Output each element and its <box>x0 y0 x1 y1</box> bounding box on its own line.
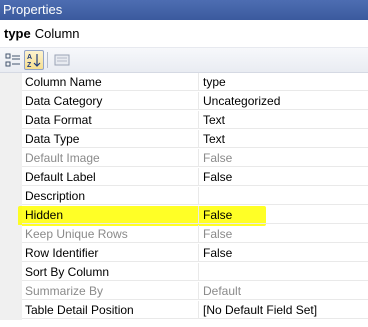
property-name: Sort By Column <box>22 263 199 281</box>
object-selector[interactable]: type Column <box>0 20 368 48</box>
svg-text:A: A <box>27 54 32 61</box>
row-gutter <box>0 168 22 187</box>
alphabetical-sort-icon: A Z <box>27 54 41 69</box>
property-name: Description <box>22 187 199 205</box>
categorized-button[interactable] <box>3 50 23 70</box>
row-gutter <box>0 111 22 130</box>
property-value[interactable]: False <box>199 244 368 262</box>
property-value[interactable]: False <box>199 149 368 167</box>
property-row[interactable]: Description <box>0 187 368 206</box>
row-gutter <box>0 244 22 263</box>
window-title: Properties <box>3 2 63 17</box>
property-value[interactable]: False <box>199 225 368 243</box>
row-gutter <box>0 130 22 149</box>
property-grid: Column Name type Data Category Uncategorize… <box>0 73 368 327</box>
property-value[interactable]: False <box>199 206 368 224</box>
property-name: Table Detail Position <box>22 301 199 319</box>
row-gutter <box>0 225 22 244</box>
row-gutter <box>0 301 22 320</box>
row-gutter <box>0 92 22 111</box>
property-row[interactable]: Default Label False <box>0 168 368 187</box>
property-value[interactable] <box>199 263 368 281</box>
properties-title-bar: Properties <box>0 0 368 20</box>
property-name: Column Name <box>22 73 199 91</box>
property-name: Hidden <box>22 206 199 224</box>
row-gutter <box>0 187 22 206</box>
toolbar-separator <box>47 52 48 68</box>
property-row[interactable]: Column Name type <box>0 73 368 92</box>
property-row[interactable]: Default Image False <box>0 149 368 168</box>
property-value[interactable]: Text <box>199 130 368 148</box>
row-gutter <box>0 73 22 92</box>
categorized-icon <box>5 53 20 67</box>
property-row[interactable]: Data Type Text <box>0 130 368 149</box>
property-name: Data Category <box>22 92 199 110</box>
property-name: Data Type <box>22 130 199 148</box>
property-name: Keep Unique Rows <box>22 225 199 243</box>
property-value[interactable]: False <box>199 168 368 186</box>
property-value[interactable]: type <box>199 73 368 91</box>
row-gutter <box>0 282 22 301</box>
properties-toolbar: A Z <box>0 48 368 73</box>
property-name: Summarize By <box>22 282 199 300</box>
property-value[interactable]: Uncategorized <box>199 92 368 110</box>
property-value[interactable] <box>199 187 368 205</box>
property-name: Data Format <box>22 111 199 129</box>
property-row[interactable]: Keep Unique Rows False <box>0 225 368 244</box>
svg-text:Z: Z <box>27 62 32 69</box>
property-pages-icon <box>54 54 70 66</box>
property-name: Default Image <box>22 149 199 167</box>
object-type: Column <box>34 26 80 41</box>
property-value[interactable]: Default <box>199 282 368 300</box>
property-row[interactable]: Data Format Text <box>0 111 368 130</box>
property-value[interactable]: Text <box>199 111 368 129</box>
property-row[interactable]: Table Detail Position [No Default Field S… <box>0 301 368 320</box>
property-row[interactable]: Row Identifier False <box>0 244 368 263</box>
object-name: type <box>4 26 31 41</box>
row-gutter <box>0 149 22 168</box>
property-row[interactable]: Sort By Column <box>0 263 368 282</box>
property-name: Row Identifier <box>22 244 199 262</box>
property-row[interactable]: Data Category Uncategorized <box>0 92 368 111</box>
row-gutter <box>0 263 22 282</box>
property-value[interactable]: [No Default Field Set] <box>199 301 368 319</box>
property-row[interactable]: Summarize By Default <box>0 282 368 301</box>
property-name: Default Label <box>22 168 199 186</box>
alphabetical-sort-button[interactable]: A Z <box>24 50 44 70</box>
property-row[interactable]: Hidden False <box>0 206 368 226</box>
property-pages-button[interactable] <box>52 50 72 70</box>
